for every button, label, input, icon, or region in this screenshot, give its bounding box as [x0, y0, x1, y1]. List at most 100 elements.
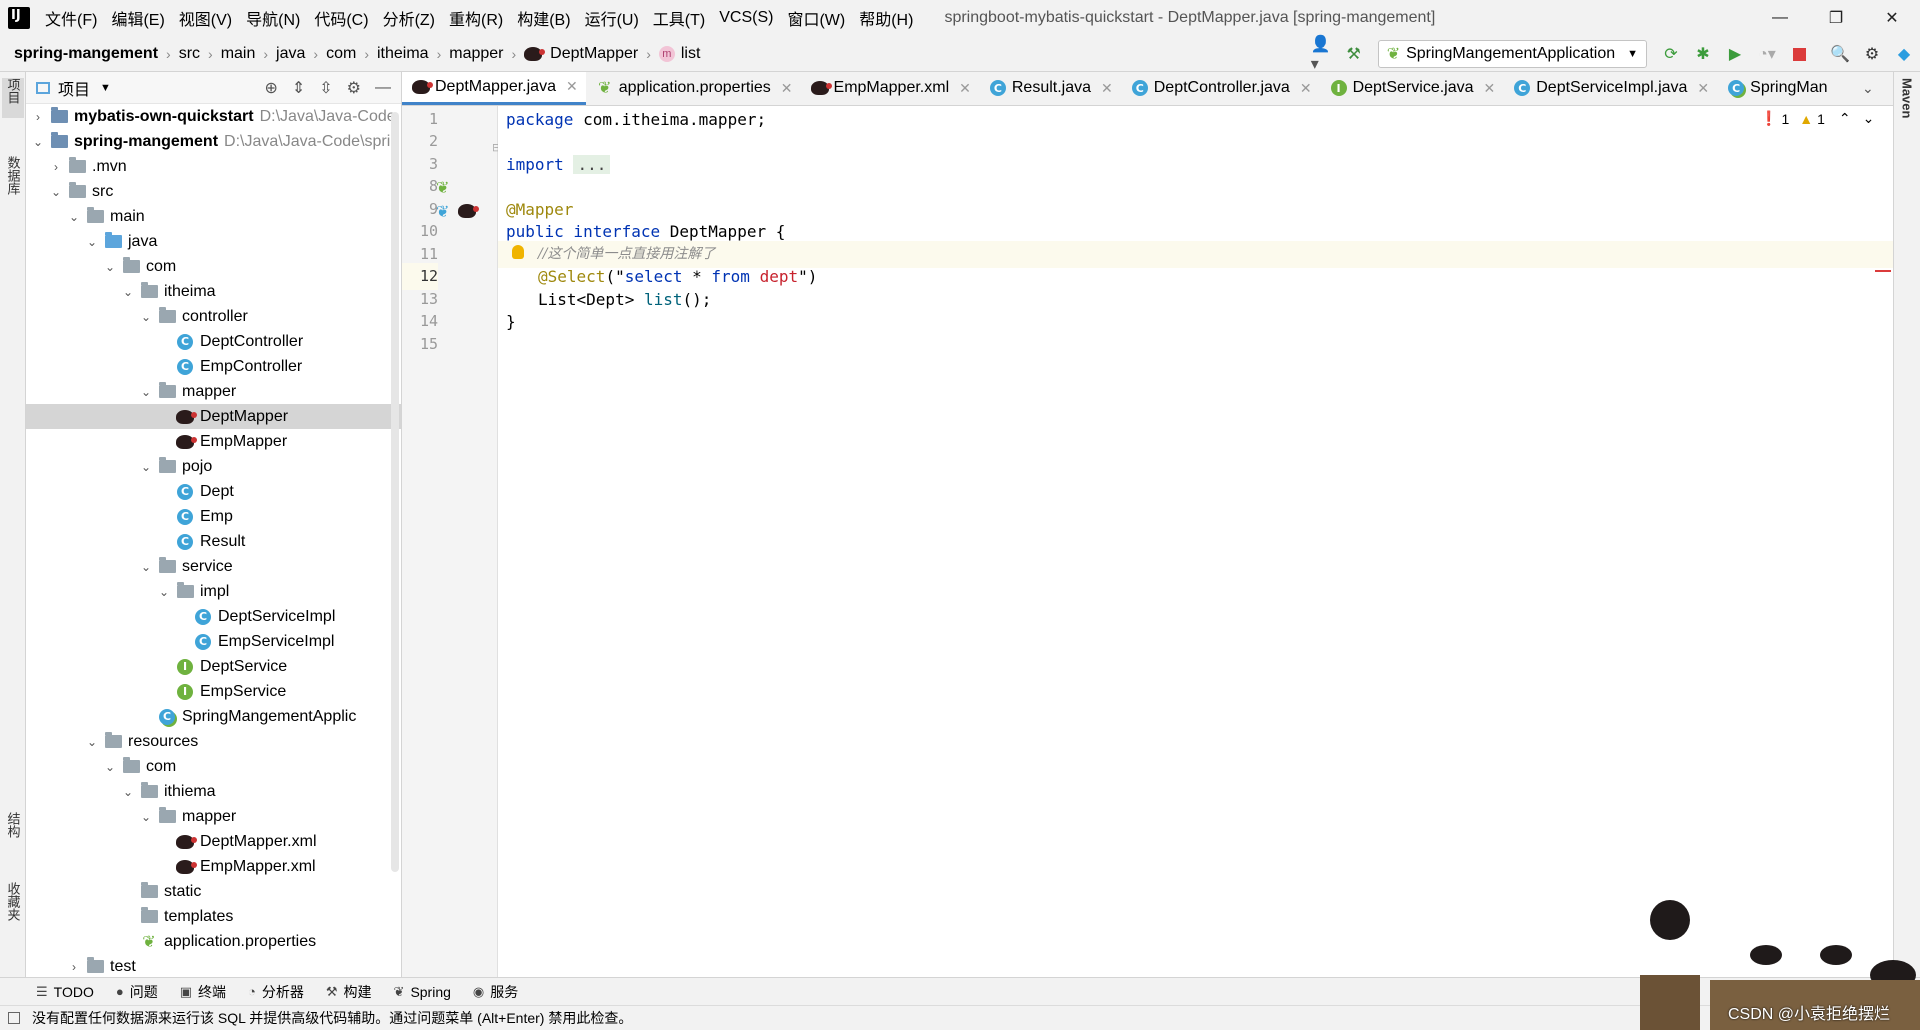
tree-node[interactable]: ⌄ impl: [26, 579, 401, 604]
tree-node[interactable]: EmpMapper.xml: [26, 854, 401, 879]
close-tab-icon[interactable]: ✕: [781, 80, 793, 97]
tree-node[interactable]: ⌄ com: [26, 254, 401, 279]
breadcrumb-item[interactable]: main: [221, 45, 256, 63]
chevron-down-icon[interactable]: ⌄: [138, 460, 154, 474]
tree-node[interactable]: DeptMapper: [26, 404, 401, 429]
chevron-down-icon[interactable]: ⌄: [138, 385, 154, 399]
rerun-icon[interactable]: ⟳: [1660, 43, 1682, 65]
close-tab-icon[interactable]: ✕: [1101, 80, 1113, 97]
tree-node[interactable]: ⌄ service: [26, 554, 401, 579]
chevron-down-icon[interactable]: ⌄: [120, 285, 136, 299]
coverage-icon[interactable]: ▶: [1724, 43, 1746, 65]
expand-all-icon[interactable]: ⇕: [292, 78, 305, 98]
breadcrumb-item[interactable]: java: [276, 45, 305, 63]
editor-tab[interactable]: I DeptService.java ✕: [1320, 72, 1504, 105]
tree-node[interactable]: C Dept: [26, 479, 401, 504]
menu-item[interactable]: 编辑(E): [104, 6, 171, 30]
chevron-right-icon[interactable]: ›: [48, 160, 64, 174]
tree-node[interactable]: C DeptController: [26, 329, 401, 354]
jetbrains-toolbox-icon[interactable]: ◆: [1893, 43, 1915, 65]
tree-node[interactable]: › test: [26, 954, 401, 977]
intention-bulb-icon[interactable]: [512, 245, 524, 259]
tree-node[interactable]: ⌄ mapper: [26, 804, 401, 829]
close-tab-icon[interactable]: ✕: [1697, 80, 1709, 97]
status-message[interactable]: 没有配置任何数据源来运行该 SQL 并提供高级代码辅助。通过问题菜单 (Alt+…: [32, 1008, 632, 1028]
chevron-right-icon[interactable]: ›: [30, 110, 46, 124]
collapse-all-icon[interactable]: ⇳: [319, 78, 332, 98]
tabs-overflow-icon[interactable]: ⌄: [1862, 80, 1874, 97]
menu-item[interactable]: VCS(S): [712, 9, 780, 27]
chevron-down-icon[interactable]: ▼: [100, 82, 111, 94]
chevron-right-icon[interactable]: ›: [66, 960, 82, 974]
run-configuration-select[interactable]: ❦ SpringMangementApplication ▼: [1377, 40, 1647, 68]
tree-node[interactable]: ⌄ pojo: [26, 454, 401, 479]
bottom-tool-button[interactable]: ❦ Spring: [394, 984, 451, 1000]
menu-item[interactable]: 文件(F): [38, 6, 104, 30]
tree-node[interactable]: ⌄ mapper: [26, 379, 401, 404]
tree-node[interactable]: ❦ application.properties: [26, 929, 401, 954]
locate-icon[interactable]: ⊕: [264, 78, 277, 98]
tree-node[interactable]: C Emp: [26, 504, 401, 529]
search-icon[interactable]: 🔍: [1829, 43, 1851, 65]
bottom-tool-button[interactable]: ▣ 终端: [180, 982, 226, 1002]
build-hammer-icon[interactable]: ⚒: [1343, 43, 1365, 65]
tree-node[interactable]: DeptMapper.xml: [26, 829, 401, 854]
menu-item[interactable]: 运行(U): [578, 6, 646, 30]
spring-bean-gutter-icon[interactable]: ❦: [436, 178, 449, 198]
menu-item[interactable]: 工具(T): [646, 6, 712, 30]
tree-node[interactable]: C Result: [26, 529, 401, 554]
editor-tab[interactable]: C SpringMan: [1717, 72, 1835, 105]
inspection-widget[interactable]: ❗ 1 ▲ 1 ⌃ ⌄: [1760, 110, 1874, 127]
status-toggle-icon[interactable]: [8, 1012, 20, 1024]
menu-item[interactable]: 窗口(W): [780, 6, 852, 30]
tree-node[interactable]: ⌄ controller: [26, 304, 401, 329]
menu-item[interactable]: 分析(Z): [376, 6, 442, 30]
breadcrumb-item[interactable]: src: [179, 45, 200, 63]
breadcrumb-item[interactable]: itheima: [377, 45, 429, 63]
tree-node[interactable]: I EmpService: [26, 679, 401, 704]
tree-node[interactable]: › .mvn: [26, 154, 401, 179]
menu-item[interactable]: 代码(C): [307, 6, 375, 30]
chevron-down-icon[interactable]: ⌄: [138, 310, 154, 324]
panel-settings-icon[interactable]: ⚙: [347, 78, 361, 98]
editor-tab[interactable]: ❦ application.properties ✕: [586, 72, 801, 105]
stop-icon[interactable]: [1788, 43, 1810, 65]
intellij-logo-icon[interactable]: IJ: [6, 5, 32, 31]
tree-node[interactable]: EmpMapper: [26, 429, 401, 454]
chevron-down-icon[interactable]: ⌄: [48, 185, 64, 199]
chevron-down-icon[interactable]: ⌄: [30, 135, 46, 149]
editor-tab[interactable]: C DeptServiceImpl.java ✕: [1503, 72, 1717, 105]
mybatis-navigate-icon[interactable]: [458, 204, 479, 218]
breadcrumb-item[interactable]: mapper: [449, 45, 503, 63]
structure-tool-button[interactable]: 结构: [2, 812, 24, 862]
profile-icon[interactable]: ◔▾: [1756, 43, 1778, 65]
tree-node[interactable]: C SpringMangementApplic: [26, 704, 401, 729]
close-tab-icon[interactable]: ✕: [566, 78, 578, 95]
tree-node[interactable]: ⌄ main: [26, 204, 401, 229]
database-tool-button[interactable]: 数据库: [2, 156, 24, 216]
tree-node[interactable]: ⌄ resources: [26, 729, 401, 754]
maven-tool-button[interactable]: Maven: [1896, 78, 1918, 138]
tree-node[interactable]: static: [26, 879, 401, 904]
menu-item[interactable]: 导航(N): [239, 6, 307, 30]
menu-item[interactable]: 重构(R): [442, 6, 510, 30]
tree-node[interactable]: ⌄ com: [26, 754, 401, 779]
tree-node[interactable]: C EmpServiceImpl: [26, 629, 401, 654]
favorites-tool-button[interactable]: 收藏夹: [2, 882, 24, 952]
tree-node[interactable]: › mybatis-own-quickstart D:\Java\Java-Code: [26, 104, 401, 129]
tree-node[interactable]: C DeptServiceImpl: [26, 604, 401, 629]
chevron-down-icon[interactable]: ⌄: [138, 560, 154, 574]
breadcrumb-item[interactable]: spring-mangement: [14, 45, 158, 63]
chevron-down-icon[interactable]: ⌄: [120, 785, 136, 799]
project-scrollbar[interactable]: [391, 112, 399, 872]
error-stripe-mark[interactable]: [1875, 270, 1891, 272]
previous-highlight-icon[interactable]: ⌃: [1839, 110, 1851, 127]
close-tab-icon[interactable]: ✕: [959, 80, 971, 97]
bottom-tool-button[interactable]: ⚒ 构建: [326, 982, 372, 1002]
project-panel-title[interactable]: 项目: [58, 76, 90, 100]
close-tab-icon[interactable]: ✕: [1484, 80, 1496, 97]
chevron-down-icon[interactable]: ⌄: [138, 810, 154, 824]
editor-tab[interactable]: DeptMapper.java ✕: [402, 72, 586, 105]
menu-item[interactable]: 构建(B): [510, 6, 577, 30]
bottom-tool-button[interactable]: ◔ 分析器: [248, 982, 304, 1002]
